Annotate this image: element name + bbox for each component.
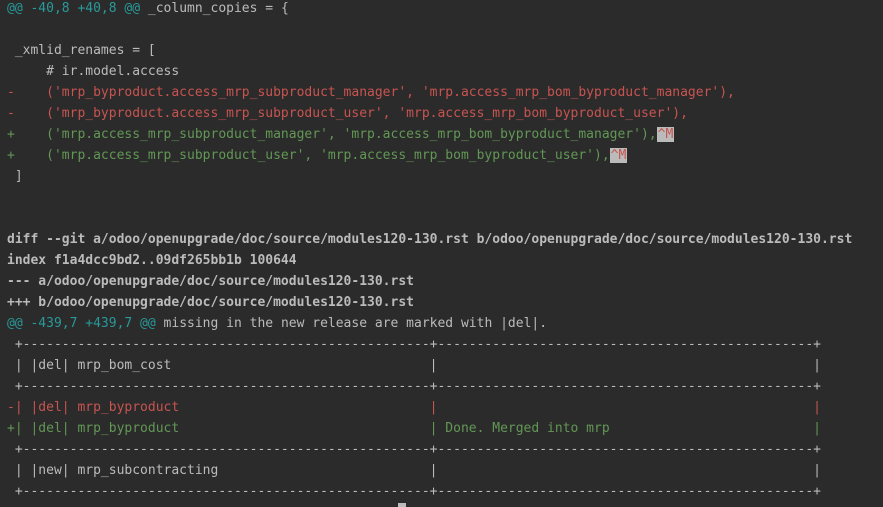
diff-line-ctx: # ir.model.access (7, 61, 179, 82)
diff-line-text: +---------------------------------------… (7, 442, 821, 457)
carriage-return-marker: ^M (656, 127, 675, 142)
diff-line-ctx: _xmlid_renames = [ (7, 40, 156, 61)
diff-line-ctx: +---------------------------------------… (7, 439, 821, 460)
diff-line-text: ] (7, 169, 23, 184)
diff-line-text: # ir.model.access (7, 64, 180, 79)
diff-line-ctx: | |del| mrp_bom_cost | | (7, 355, 821, 376)
diff-line-text: + ('mrp.access_mrp_subproduct_manager', … (7, 127, 657, 142)
diff-line-add: + ('mrp.access_mrp_subproduct_manager', … (7, 124, 675, 145)
diff-line-del: -| |del| mrp_byproduct | | (7, 397, 821, 418)
hunk-context-text: _column_copies = { (140, 1, 289, 16)
diff-line-text: - ('mrp_byproduct.access_mrp_subproduct_… (7, 106, 688, 121)
diff-line-hunk: @@ -439,7 +439,7 @@ missing in the new r… (7, 313, 547, 334)
diff-line-ctx: +---------------------------------------… (7, 376, 821, 397)
diff-line-del: - ('mrp_byproduct.access_mrp_subproduct_… (7, 103, 688, 124)
diff-line-add: + ('mrp.access_mrp_subproduct_user', 'mr… (7, 145, 628, 166)
diff-line-ctx: +---------------------------------------… (7, 334, 821, 355)
diff-line-text: +---------------------------------------… (7, 484, 821, 499)
diff-line-text: +---------------------------------------… (7, 379, 821, 394)
diff-line-ctx: ] (7, 166, 23, 187)
carriage-return-marker: ^M (609, 148, 628, 163)
diff-line-del: - ('mrp_byproduct.access_mrp_subproduct_… (7, 82, 735, 103)
diff-line-ctx: +---------------------------------------… (7, 481, 821, 502)
diff-line-text: +++ b/odoo/openupgrade/doc/source/module… (7, 295, 414, 310)
diff-line-hunk: @@ -40,8 +40,8 @@ _column_copies = { (7, 0, 289, 19)
diff-line-text: _xmlid_renames = [ (7, 43, 156, 58)
diff-line-text: + ('mrp.access_mrp_subproduct_user', 'mr… (7, 148, 610, 163)
diff-line-text: -| |del| mrp_byproduct | | (7, 400, 821, 415)
hunk-context-text: missing in the new release are marked wi… (155, 316, 548, 331)
terminal-cursor (398, 503, 406, 507)
diff-line-hdr: --- a/odoo/openupgrade/doc/source/module… (7, 271, 414, 292)
diff-line-text: diff --git a/odoo/openupgrade/doc/source… (7, 232, 853, 247)
diff-line-text: index f1a4dcc9bd2..09df265bb1b 100644 (7, 253, 297, 268)
diff-line-text: @@ -40,8 +40,8 @@ (7, 1, 141, 16)
diff-line-ctx: | |new| mrp_subcontracting | | (7, 460, 821, 481)
terminal-diff-view[interactable]: @@ -40,8 +40,8 @@ _column_copies = { _xm… (0, 0, 883, 507)
diff-line-text: --- a/odoo/openupgrade/doc/source/module… (7, 274, 414, 289)
diff-line-hdr: diff --git a/odoo/openupgrade/doc/source… (7, 229, 852, 250)
diff-line-add: +| |del| mrp_byproduct | Done. Merged in… (7, 418, 821, 439)
diff-line-text: +| |del| mrp_byproduct | Done. Merged in… (7, 421, 821, 436)
diff-line-hdr: +++ b/odoo/openupgrade/doc/source/module… (7, 292, 414, 313)
diff-line-text: +---------------------------------------… (7, 337, 821, 352)
diff-line-hdr: index f1a4dcc9bd2..09df265bb1b 100644 (7, 250, 297, 271)
diff-line-text: | |del| mrp_bom_cost | | (7, 358, 821, 373)
diff-line-text: | |new| mrp_subcontracting | | (7, 463, 821, 478)
diff-line-text: @@ -439,7 +439,7 @@ (7, 316, 156, 331)
diff-line-text: - ('mrp_byproduct.access_mrp_subproduct_… (7, 85, 735, 100)
